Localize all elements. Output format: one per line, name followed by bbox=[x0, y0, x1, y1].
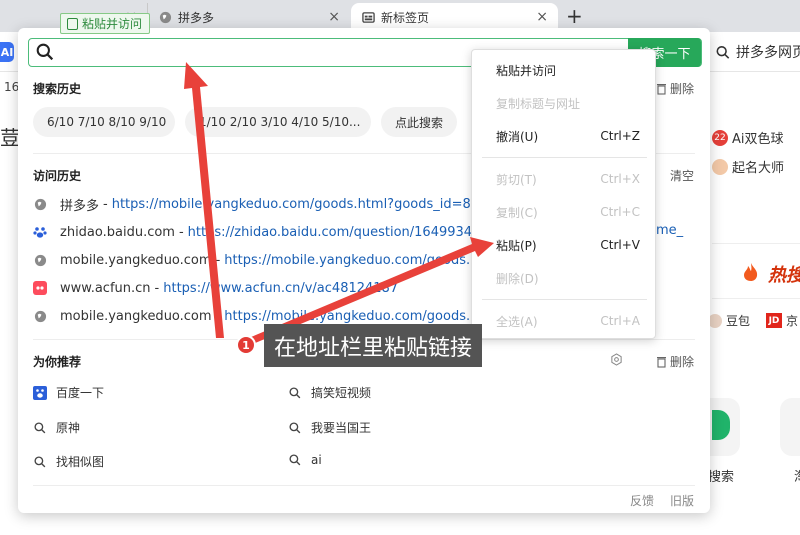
search-icon bbox=[33, 421, 47, 435]
clipboard-icon bbox=[67, 17, 78, 30]
visit-history-clear[interactable]: 清空 bbox=[670, 167, 694, 184]
menu-item-copy-title-url[interactable]: 复制标题与网址 bbox=[472, 93, 657, 113]
menu-item-select-all[interactable]: 全选(A) Ctrl+A bbox=[472, 311, 657, 331]
visit-history-title: 访问历史 bbox=[33, 169, 82, 183]
newtab-page-icon bbox=[361, 11, 375, 25]
right-search-box[interactable]: 拼多多网页 bbox=[716, 38, 800, 66]
search-history-title: 搜索历史 bbox=[33, 82, 82, 96]
search-history-pill[interactable]: 1/10 2/10 3/10 4/10 5/10... bbox=[185, 107, 371, 137]
bg-divider bbox=[712, 298, 800, 299]
tab-label: 新标签页 bbox=[381, 11, 430, 25]
annotation-callout: 在地址栏里粘贴链接 bbox=[264, 324, 483, 367]
paste-and-visit-tip[interactable]: 粘贴并访问 bbox=[60, 13, 151, 34]
bg-item-jd[interactable]: JD 京 bbox=[766, 312, 798, 329]
settings-icon[interactable] bbox=[610, 353, 623, 370]
search-history-delete[interactable]: 删除 bbox=[656, 80, 694, 97]
search-icon bbox=[288, 421, 302, 435]
baidu-paw-icon bbox=[33, 225, 47, 239]
search-icon bbox=[36, 43, 54, 61]
recommend-item[interactable]: 我要当国王 bbox=[288, 419, 371, 436]
baidu-paw-icon bbox=[33, 385, 47, 400]
step-badge: 1 bbox=[236, 335, 256, 355]
recommend-item[interactable]: ai bbox=[288, 453, 322, 467]
search-icon bbox=[288, 453, 302, 467]
tile-label-search: 搜索 bbox=[708, 470, 735, 485]
bg-number: 16 bbox=[4, 80, 20, 94]
recommend-item[interactable]: 搞笑短视频 bbox=[288, 384, 371, 401]
search-history-pill[interactable]: 点此搜索 bbox=[381, 107, 457, 137]
recommend-delete[interactable]: 删除 bbox=[656, 353, 694, 370]
globe-icon bbox=[33, 253, 47, 267]
search-icon bbox=[716, 45, 730, 59]
flame-icon bbox=[742, 262, 760, 287]
doubao-icon bbox=[708, 313, 722, 328]
bg-divider bbox=[712, 243, 800, 244]
search-history-pill[interactable]: 6/10 7/10 8/10 9/10 bbox=[33, 107, 175, 137]
section-divider bbox=[33, 485, 695, 486]
paste-tip-label: 粘贴并访问 bbox=[82, 17, 143, 31]
menu-item-undo[interactable]: 撤消(U) Ctrl+Z bbox=[472, 126, 657, 146]
bg-link-name-master[interactable]: 起名大师 bbox=[712, 157, 784, 176]
search-icon bbox=[33, 455, 47, 469]
tab-close-icon[interactable]: × bbox=[328, 9, 340, 25]
tab-label: 拼多多 bbox=[178, 11, 215, 25]
menu-item-cut[interactable]: 剪切(T) Ctrl+X bbox=[472, 169, 657, 189]
tile-taobao[interactable] bbox=[780, 398, 800, 456]
face-icon bbox=[712, 158, 728, 175]
new-tab-button[interactable]: + bbox=[566, 4, 583, 28]
recommend-item[interactable]: 原神 bbox=[33, 419, 80, 436]
ai-logo-icon[interactable]: AI bbox=[0, 42, 14, 62]
feedback-link[interactable]: 反馈 bbox=[630, 492, 654, 509]
hot-search-label[interactable]: 热搜 bbox=[768, 261, 800, 287]
trash-icon bbox=[656, 83, 666, 95]
right-search-text: 拼多多网页 bbox=[736, 45, 800, 61]
recommend-item[interactable]: 百度一下 bbox=[33, 384, 104, 401]
trash-icon bbox=[656, 356, 666, 368]
globe-icon bbox=[33, 309, 47, 323]
tile-label-taobao: 淘 bbox=[794, 466, 800, 485]
search-icon bbox=[288, 386, 302, 400]
jd-icon: JD bbox=[766, 313, 782, 328]
bg-link-ai-lottery[interactable]: 22 Ai双色球 bbox=[712, 128, 784, 147]
menu-item-paste-and-visit[interactable]: 粘贴并访问 bbox=[472, 60, 657, 80]
context-menu: 粘贴并访问 复制标题与网址 撤消(U) Ctrl+Z 剪切(T) Ctrl+X 复制… bbox=[471, 49, 656, 339]
tab-close-icon[interactable]: × bbox=[536, 9, 548, 25]
recommend-title: 为你推荐 bbox=[33, 355, 82, 369]
menu-item-delete[interactable]: 删除(D) bbox=[472, 268, 657, 288]
globe-icon bbox=[158, 11, 172, 25]
search-tile-icon bbox=[712, 410, 730, 440]
history-url-overflow: me_ bbox=[656, 223, 684, 238]
globe-icon bbox=[33, 197, 47, 211]
bg-item-doubao[interactable]: 豆包 bbox=[708, 312, 750, 329]
menu-item-copy[interactable]: 复制(C) Ctrl+C bbox=[472, 202, 657, 222]
menu-separator bbox=[482, 299, 647, 300]
acfun-icon bbox=[33, 281, 47, 295]
lottery-icon: 22 bbox=[712, 129, 728, 146]
old-version-link[interactable]: 旧版 bbox=[670, 492, 694, 509]
menu-separator bbox=[482, 157, 647, 158]
recommend-item[interactable]: 找相似图 bbox=[33, 453, 104, 470]
menu-item-paste[interactable]: 粘贴(P) Ctrl+V bbox=[472, 235, 657, 255]
